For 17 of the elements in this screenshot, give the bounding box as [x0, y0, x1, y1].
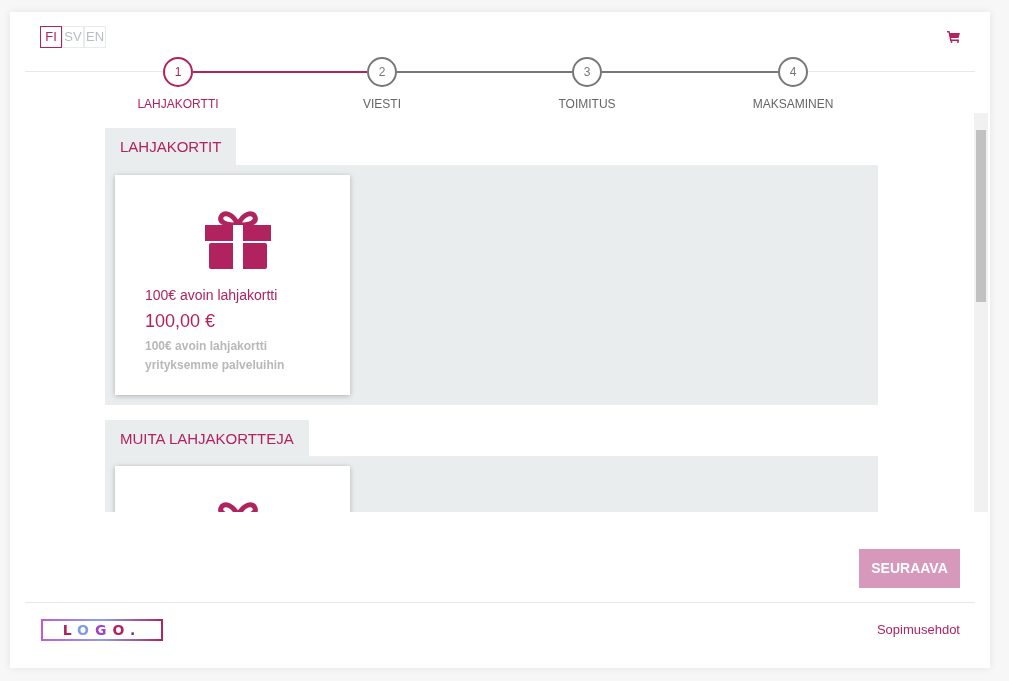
step-label: TOIMITUS	[558, 96, 616, 113]
language-button[interactable]: FI	[40, 26, 62, 48]
terms-link[interactable]: Sopimusehdot	[876, 620, 960, 640]
step-number: 1	[163, 57, 193, 87]
gift-card[interactable]: 100€ avoin lahjakortti 100,00 € 100€ avoin lahjakortti yrityksemme palveluihin	[115, 174, 350, 395]
step-number: 4	[778, 57, 808, 87]
card-title: 100€ avoin lahjakortti	[145, 285, 279, 305]
step-label: LAHJAKORTTI	[137, 96, 219, 113]
cart-icon[interactable]	[947, 31, 960, 43]
step-label: VIESTI	[363, 96, 401, 113]
card-description: 100€ avoin lahjakortti yrityksemme palveluihin	[145, 337, 286, 374]
gift-icon	[204, 210, 271, 269]
step-number: 3	[572, 57, 602, 87]
step-number: 2	[367, 57, 397, 87]
card-price: 100,00 €	[145, 309, 217, 333]
step-label: MAKSAMINEN	[752, 96, 834, 113]
scrollbar[interactable]	[974, 113, 988, 512]
